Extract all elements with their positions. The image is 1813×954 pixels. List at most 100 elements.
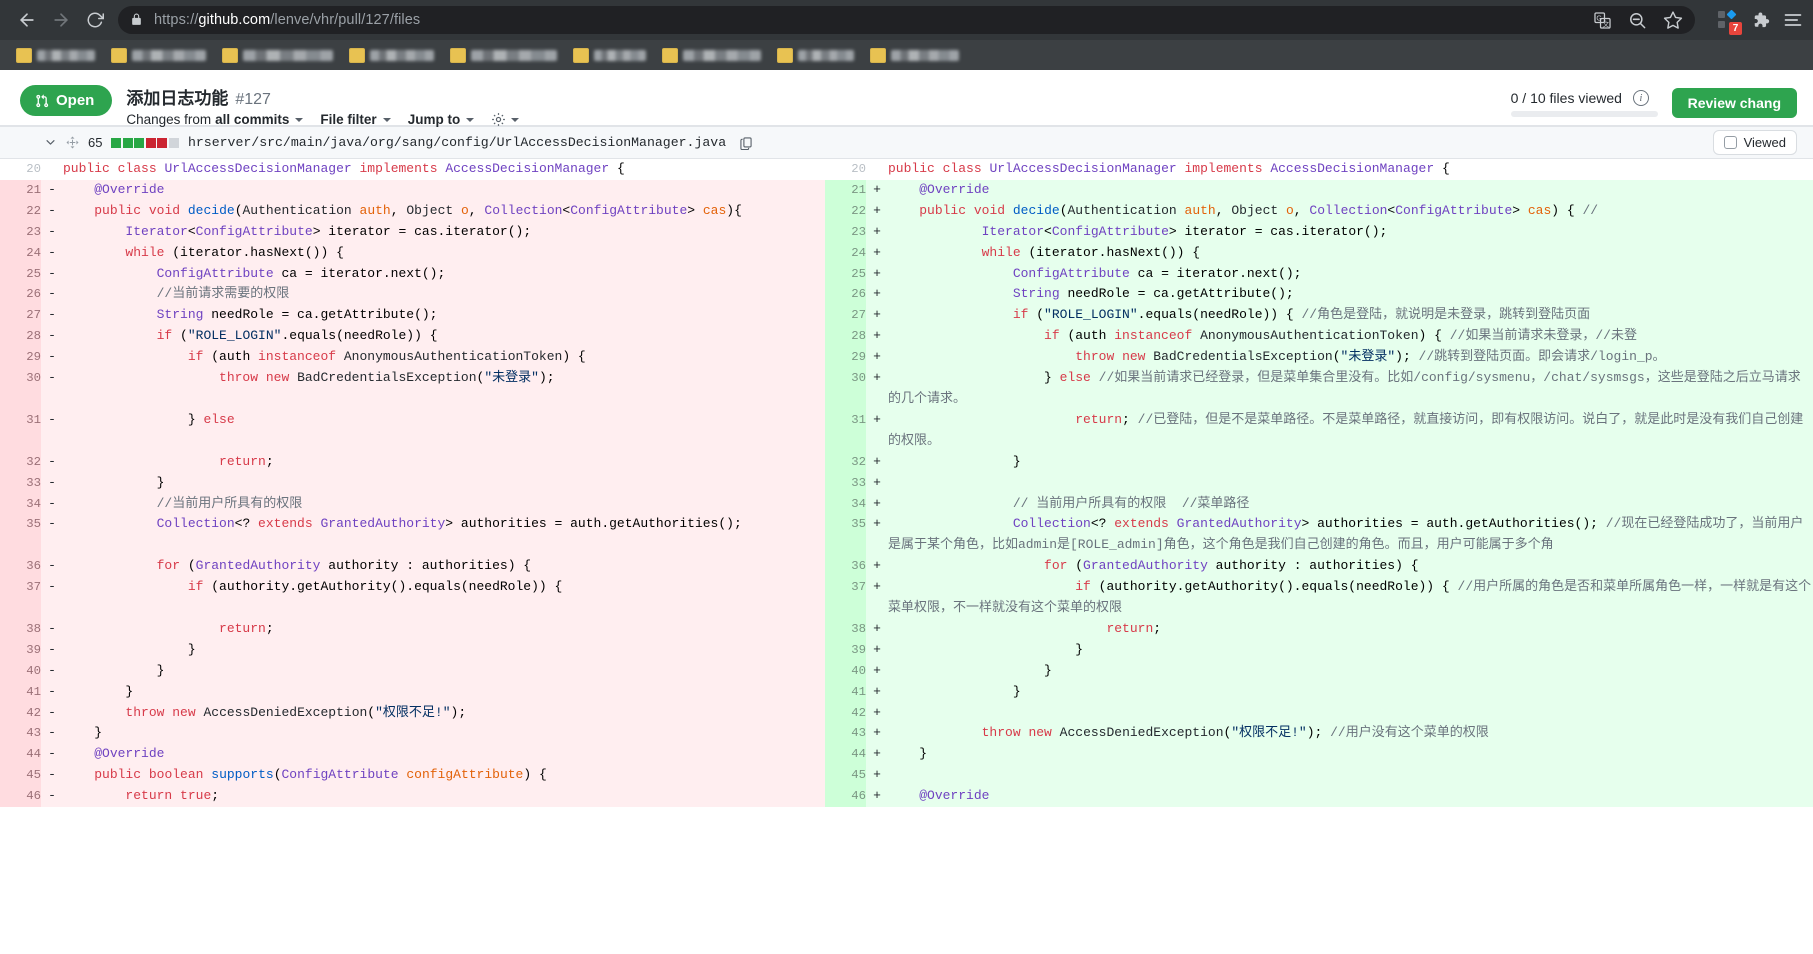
pull-request-header: Open 添加日志功能 #127 Changes from all commit… <box>0 70 1813 127</box>
bookmark-item[interactable] <box>216 46 339 65</box>
bookmark-item[interactable] <box>10 46 101 65</box>
diff-line-number-left[interactable]: 28 <box>0 326 41 348</box>
diff-line-number-right[interactable]: 25 <box>825 263 866 285</box>
jump-to-dropdown[interactable]: Jump to <box>408 112 475 127</box>
copy-icon[interactable] <box>739 136 753 150</box>
diff-line-number-left[interactable]: 26 <box>0 284 41 306</box>
url-scheme: https:// <box>154 12 199 28</box>
diff-code-left: public class UrlAccessDecisionManager im… <box>63 159 825 180</box>
diff-line-number-right[interactable]: 26 <box>825 284 866 306</box>
diff-line-number-right[interactable]: 39 <box>825 639 866 661</box>
bookmark-item[interactable] <box>864 46 965 65</box>
url-text: https://github.com/lenve/vhr/pull/127/fi… <box>154 12 420 28</box>
reload-icon[interactable] <box>78 3 112 37</box>
diff-line-number-left[interactable]: 25 <box>0 263 41 285</box>
diff-line-number-left[interactable]: 37 <box>0 577 41 619</box>
diff-line-number-right[interactable]: 38 <box>825 618 866 640</box>
diff-line-number-right[interactable]: 37 <box>825 577 866 619</box>
diff-viewport[interactable]: 20 public class UrlAccessDecisionManager … <box>0 159 1813 819</box>
diff-line-number-left[interactable]: 20 <box>0 159 41 180</box>
file-path[interactable]: hrserver/src/main/java/org/sang/config/U… <box>188 135 726 150</box>
bookmark-item[interactable] <box>444 46 563 65</box>
diff-line-number-left[interactable]: 29 <box>0 347 41 369</box>
address-bar[interactable]: https://github.com/lenve/vhr/pull/127/fi… <box>118 6 1695 34</box>
chrome-menu-icon[interactable] <box>1783 10 1803 30</box>
changes-from-dropdown[interactable]: Changes from all commits <box>126 112 304 127</box>
diff-line-number-left[interactable]: 44 <box>0 744 41 766</box>
diff-line-number-right[interactable]: 43 <box>825 723 866 745</box>
back-arrow-icon[interactable] <box>10 3 44 37</box>
diff-sign-left: - <box>41 702 63 724</box>
checkbox-box[interactable] <box>1723 136 1737 149</box>
file-filter-dropdown[interactable]: File filter <box>320 112 391 127</box>
diff-code-left: //当前用户所具有的权限 <box>63 493 825 515</box>
diff-sign-left: - <box>41 409 63 452</box>
bookmark-item[interactable] <box>567 46 652 65</box>
puzzle-piece-icon[interactable] <box>1750 10 1770 30</box>
chevron-down-icon[interactable] <box>44 136 57 149</box>
viewed-checkbox[interactable]: Viewed <box>1712 130 1797 155</box>
diff-line-number-left[interactable]: 42 <box>0 702 41 724</box>
bookmark-item[interactable] <box>343 46 440 65</box>
diff-code-left: ConfigAttribute ca = iterator.next(); <box>63 263 825 285</box>
forward-arrow-icon[interactable] <box>44 3 78 37</box>
diff-line-number-left[interactable]: 31 <box>0 409 41 452</box>
drag-handle-icon[interactable] <box>66 135 79 150</box>
diff-line-number-right[interactable]: 24 <box>825 242 866 264</box>
diff-code-left: @Override <box>63 179 825 201</box>
diff-line-number-left[interactable]: 32 <box>0 451 41 473</box>
diff-line-number-right[interactable]: 29 <box>825 347 866 369</box>
diff-line-number-right[interactable]: 32 <box>825 451 866 473</box>
diff-line-number-right[interactable]: 44 <box>825 744 866 766</box>
diff-line-number-right[interactable]: 23 <box>825 221 866 243</box>
diff-line-number-right[interactable]: 40 <box>825 660 866 682</box>
diff-line-number-right[interactable]: 30 <box>825 368 866 410</box>
diff-line-number-right[interactable]: 22 <box>825 200 866 222</box>
diff-sign-left: - <box>41 368 63 410</box>
extensions-grid-icon[interactable]: 7 <box>1717 10 1742 35</box>
diff-line-number-right[interactable]: 27 <box>825 305 866 327</box>
diff-line-number-right[interactable]: 31 <box>825 409 866 452</box>
bookmark-star-icon[interactable] <box>1663 10 1683 30</box>
diff-line-number-left[interactable]: 36 <box>0 556 41 578</box>
info-icon[interactable]: i <box>1632 89 1649 106</box>
diff-line-number-left[interactable]: 27 <box>0 305 41 327</box>
diff-line-number-right[interactable]: 36 <box>825 556 866 578</box>
diff-line-number-left[interactable]: 45 <box>0 765 41 787</box>
zoom-out-icon[interactable] <box>1628 11 1647 30</box>
diff-sign-left: - <box>41 305 63 327</box>
diff-settings-button[interactable] <box>491 112 520 127</box>
diff-line-number-right[interactable]: 34 <box>825 493 866 515</box>
diff-line-number-left[interactable]: 38 <box>0 618 41 640</box>
diff-line-number-right[interactable]: 42 <box>825 702 866 724</box>
diff-line-number-right[interactable]: 45 <box>825 765 866 787</box>
bookmark-item[interactable] <box>656 46 767 65</box>
diff-line-number-right[interactable]: 28 <box>825 326 866 348</box>
bookmark-folder-icon <box>870 47 886 63</box>
diff-line-number-right[interactable]: 46 <box>825 786 866 808</box>
diff-line-number-left[interactable]: 41 <box>0 681 41 703</box>
diff-line-number-left[interactable]: 22 <box>0 200 41 222</box>
diff-line-number-right[interactable]: 35 <box>825 514 866 557</box>
diff-line-number-right[interactable]: 21 <box>825 179 866 201</box>
diff-line-number-left[interactable]: 35 <box>0 514 41 557</box>
bookmark-item[interactable] <box>105 46 212 65</box>
diff-line-number-right[interactable]: 20 <box>825 159 866 180</box>
diff-line-number-left[interactable]: 24 <box>0 242 41 264</box>
translate-icon[interactable]: G文 <box>1593 11 1612 30</box>
diff-line-number-left[interactable]: 21 <box>0 179 41 201</box>
diff-line-number-left[interactable]: 30 <box>0 368 41 410</box>
diff-sign-right: + <box>866 744 888 766</box>
diff-code-right: if (authority.getAuthority().equals(need… <box>888 577 1813 619</box>
bookmark-item[interactable] <box>771 46 860 65</box>
diff-line-number-left[interactable]: 39 <box>0 639 41 661</box>
diff-line-number-right[interactable]: 41 <box>825 681 866 703</box>
diff-line-number-right[interactable]: 33 <box>825 472 866 494</box>
diff-line-number-left[interactable]: 40 <box>0 660 41 682</box>
diff-line-number-left[interactable]: 43 <box>0 723 41 745</box>
diff-line-number-left[interactable]: 33 <box>0 472 41 494</box>
diff-line-number-left[interactable]: 34 <box>0 493 41 515</box>
review-changes-button[interactable]: Review chang <box>1671 88 1797 118</box>
diff-line-number-left[interactable]: 23 <box>0 221 41 243</box>
diff-line-number-left[interactable]: 46 <box>0 786 41 808</box>
